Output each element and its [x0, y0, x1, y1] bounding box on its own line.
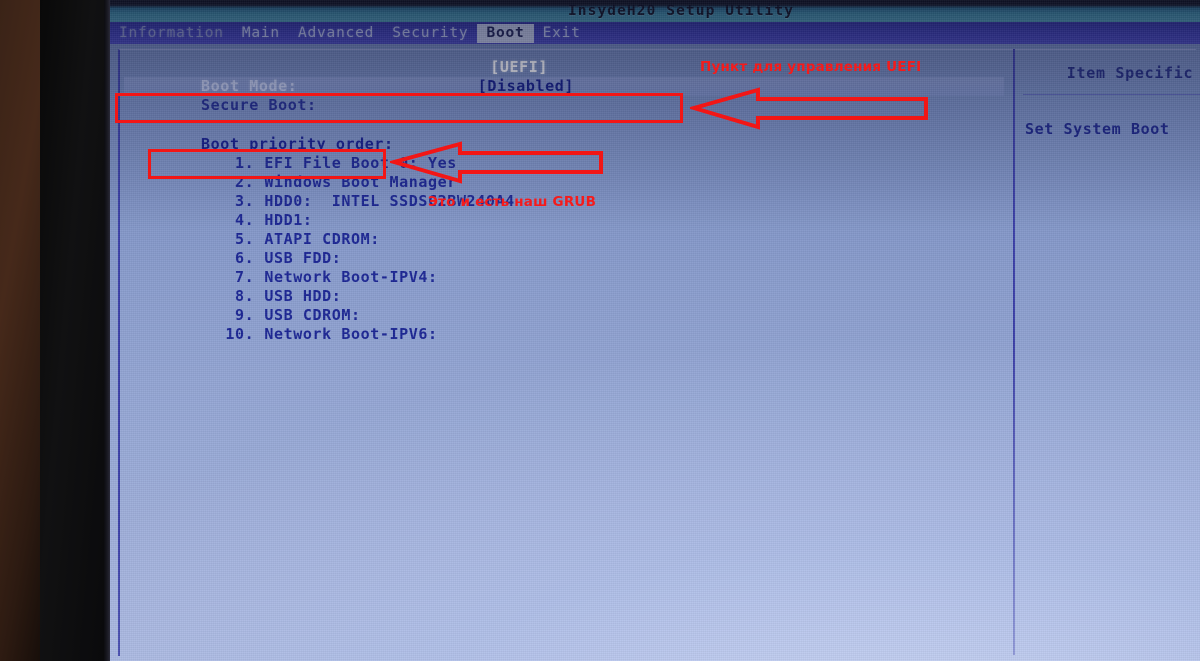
help-pane-divider: [1023, 94, 1200, 95]
menu-item-exit[interactable]: Exit: [534, 24, 590, 43]
boot-entry-label: Network Boot-IPV6:: [264, 325, 438, 343]
boot-entry-label: USB CDROM:: [264, 306, 361, 324]
boot-entry-number: 4.: [235, 211, 255, 229]
title-bar: InsydeH20 Setup Utility: [110, 0, 1200, 22]
annotation-box-efi-file-boot: [148, 149, 386, 179]
item-specific-help-pane: Item Specific Set System Boot: [1023, 52, 1200, 138]
boot-entry-label: ATAPI CDROM:: [264, 230, 380, 248]
menu-item-advanced[interactable]: Advanced: [289, 24, 383, 43]
pane-divider: [1013, 49, 1015, 655]
window-title: InsydeH20 Setup Utility: [567, 3, 795, 19]
boot-entry-number: 10.: [225, 325, 255, 343]
menu-item-boot[interactable]: Boot: [477, 23, 534, 43]
boot-entry-label: HDD1:: [264, 211, 313, 229]
annotation-box-secure-boot: [115, 93, 683, 123]
boot-entry-number: 5.: [235, 230, 255, 248]
boot-entry-number: 6.: [235, 249, 255, 267]
help-pane-title: Item Specific: [1066, 64, 1194, 82]
menu-item-security[interactable]: Security: [383, 24, 477, 43]
boot-mode-value[interactable]: [UEFI]: [490, 58, 548, 77]
annotation-text-uefi: Пункт для управления UEFI: [700, 59, 922, 75]
boot-entry-label: Network Boot-IPV4:: [264, 268, 438, 286]
boot-entry-label: USB FDD:: [264, 249, 342, 267]
help-pane-body: Set System Boot: [1025, 120, 1170, 138]
menu-item-information[interactable]: Information: [110, 24, 233, 43]
annotation-arrow-secure-boot: [690, 87, 928, 130]
menu-item-main[interactable]: Main: [233, 24, 289, 43]
annotation-text-grub: Это и есть наш GRUB: [428, 194, 597, 210]
menu-bar[interactable]: Information Main Advanced Security Boot …: [110, 22, 1200, 44]
boot-entry-label: USB HDD:: [264, 287, 342, 305]
boot-entry-number: 3.: [235, 192, 255, 210]
boot-entry-number: 7.: [235, 268, 255, 286]
annotation-arrow-efi-file-boot: [390, 141, 603, 184]
photo-of-laptop-screen: InsydeH20 Setup Utility Information Main…: [0, 0, 1200, 661]
boot-entry-number: 9.: [235, 306, 255, 324]
boot-entry-number: 8.: [235, 287, 255, 305]
background-wall: [0, 0, 44, 661]
